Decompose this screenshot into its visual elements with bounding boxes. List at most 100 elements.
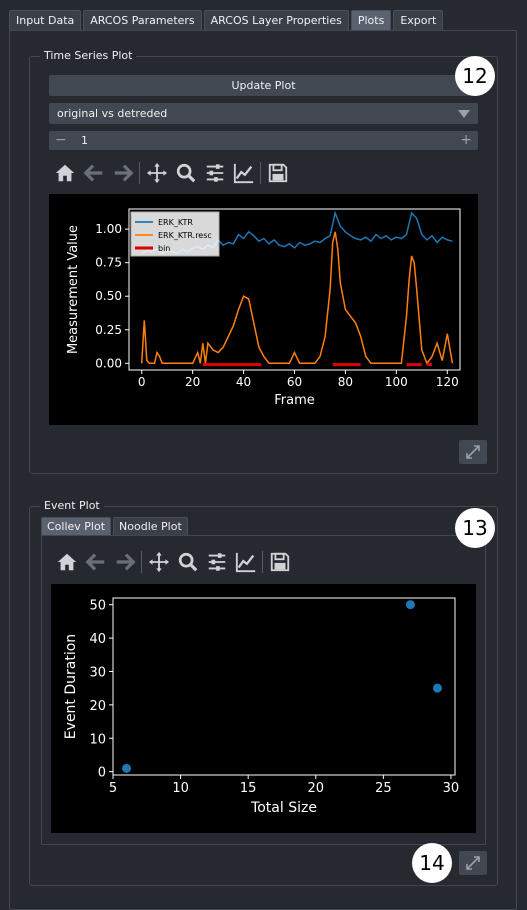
y-tick-label: 0 [98,766,106,781]
legend-label: bin [158,244,170,253]
x-tick-label: 15 [240,781,257,796]
expand-plot-button[interactable] [459,851,487,875]
save-button[interactable] [263,161,292,185]
forward-arrow-icon [114,164,134,182]
save-button[interactable] [265,550,294,574]
ts-plot-toolbar [50,161,292,185]
scatter-point [432,683,442,693]
forward-button[interactable] [108,161,137,185]
pan-button[interactable] [142,161,171,185]
pan-icon [146,162,167,184]
x-tick-label: 20 [307,781,324,796]
annotation-badge-14: 14 [412,843,452,883]
configure-subplots-icon [208,553,225,571]
x-tick-label: 60 [287,375,302,389]
chevron-down-icon [458,110,470,118]
legend-label: ERK_KTR.resc [158,231,212,240]
spin-value: 1 [81,134,88,147]
tab-collev-plot[interactable]: Collev Plot [41,517,112,535]
spin-increment-button[interactable]: + [460,131,472,150]
tab-plots[interactable]: Plots [350,10,392,30]
event-plot-group-title: Event Plot [40,499,104,512]
y-tick-label: 20 [89,699,106,714]
x-axis-label: Frame [274,393,315,408]
sample-number-spinbox[interactable]: − 1 + [49,131,478,150]
back-arrow-icon [82,164,102,182]
tab-input-data[interactable]: Input Data [9,10,82,30]
y-axis-label: Event Duration [63,634,79,739]
annotation-badge-12: 12 [455,56,495,96]
forward-button[interactable] [110,550,139,574]
y-tick-label: 1.00 [95,222,122,236]
toolbar-separator [141,551,142,573]
update-plot-button[interactable]: Update Plot [49,75,478,96]
edit-axis-button[interactable] [229,161,258,185]
x-tick-label: 80 [338,375,353,389]
toolbar-separator [139,162,140,184]
time-series-plot[interactable]: 0 20 40 60 80 100 120 0.00 0.25 0.50 0.75 1.00 Frame… [49,194,478,425]
y-tick-label: 30 [89,665,106,680]
home-icon [55,164,74,182]
plot-type-dropdown-value: original vs detreded [57,107,168,120]
legend-label: ERK_KTR [158,218,193,227]
y-tick-label: 0.75 [95,256,122,270]
configure-subplots-button[interactable] [200,161,229,185]
tab-arcos-parameters[interactable]: ARCOS Parameters [83,10,202,30]
scatter-point [122,763,132,773]
edit-axis-button[interactable] [231,550,260,574]
expand-icon [466,856,480,870]
expand-icon [466,445,480,459]
home-button[interactable] [50,161,79,185]
edit-axis-icon [233,163,253,184]
x-axis-label: Total Size [250,800,317,816]
y-tick-label: 0.50 [95,289,122,303]
event-scatter-plot[interactable]: 5 10 15 20 25 30 0 10 20 30 40 50 Total Size Event Du… [51,584,476,833]
save-icon [268,163,287,183]
time-series-chart: 0 20 40 60 80 100 120 0.00 0.25 0.50 0.75 1.00 Frame… [66,208,461,408]
x-tick-label: 0 [138,375,146,389]
home-button[interactable] [52,550,81,574]
zoom-icon [178,552,197,572]
toolbar-separator [262,551,263,573]
back-arrow-icon [84,553,104,571]
x-tick-label: 30 [443,781,460,796]
time-series-group-title: Time Series Plot [40,49,137,62]
event-plot-toolbar [52,550,294,574]
y-tick-label: 0.25 [95,323,122,337]
expand-plot-button[interactable] [459,440,487,464]
pan-button[interactable] [144,550,173,574]
configure-subplots-icon [206,164,223,182]
annotation-badge-13: 13 [455,508,495,548]
zoom-button[interactable] [173,550,202,574]
tab-export[interactable]: Export [393,10,444,30]
y-tick-label: 40 [89,632,106,647]
event-plot-subtabs: Collev Plot Noodle Plot [41,517,188,535]
configure-subplots-button[interactable] [202,550,231,574]
pan-icon [148,551,169,573]
x-tick-label: 10 [172,781,189,796]
event-scatter-chart: 5 10 15 20 25 30 0 10 20 30 40 50 Total Size Event Du… [63,597,460,816]
main-tab-bar: Input Data ARCOS Parameters ARCOS Layer … [9,10,444,30]
spin-decrement-button[interactable]: − [55,131,67,150]
zoom-icon [176,163,195,183]
x-tick-label: 40 [236,375,251,389]
zoom-button[interactable] [171,161,200,185]
back-button[interactable] [81,550,110,574]
back-button[interactable] [79,161,108,185]
y-axis-label: Measurement Value [66,225,81,354]
scatter-point [405,600,415,610]
y-tick-label: 10 [89,732,106,747]
edit-axis-icon [235,552,255,573]
toolbar-separator [260,162,261,184]
y-tick-label: 0.00 [95,356,122,370]
plot-type-dropdown[interactable]: original vs detreded [49,103,478,124]
tab-arcos-layer-properties[interactable]: ARCOS Layer Properties [203,10,349,30]
axes-frame [112,597,456,776]
tab-noodle-plot[interactable]: Noodle Plot [113,517,188,535]
x-tick-label: 25 [375,781,392,796]
x-tick-label: 5 [109,781,117,796]
x-tick-label: 120 [436,375,459,389]
home-icon [57,553,76,571]
x-tick-label: 20 [185,375,200,389]
y-tick-label: 50 [89,599,106,614]
